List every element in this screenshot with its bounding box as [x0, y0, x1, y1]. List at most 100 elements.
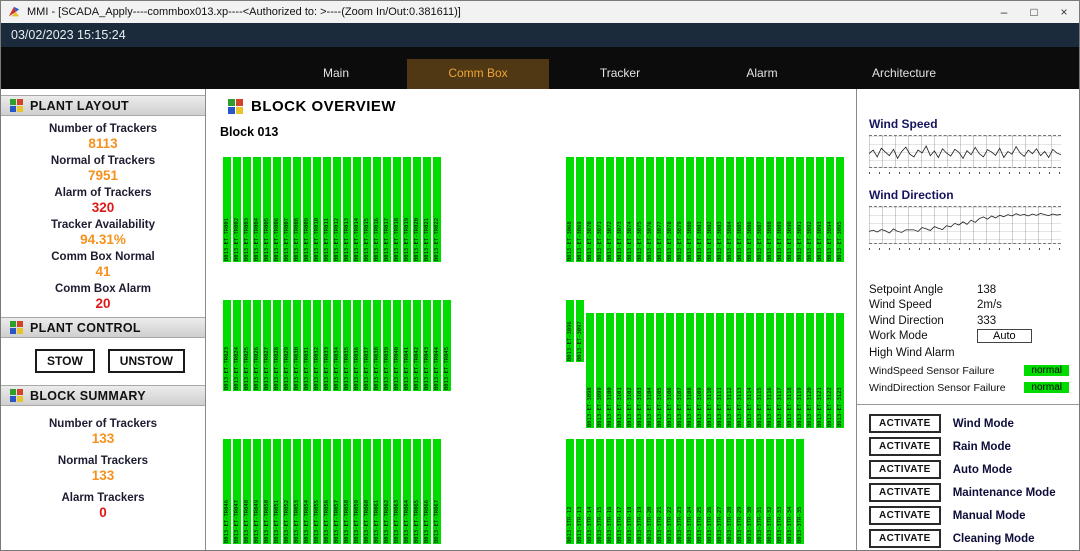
tracker-cell[interactable]: B013-3TR-34 [786, 439, 794, 544]
tracker-cell[interactable]: B013-3TR-22 [666, 439, 674, 544]
tracker-cell[interactable]: B013-ET-TR001 [223, 157, 231, 262]
tracker-cell[interactable]: B013-ET-TR030 [293, 300, 301, 391]
nav-tab[interactable]: Main [265, 59, 407, 89]
plant-control-button[interactable]: UNSTOW [108, 349, 185, 373]
tracker-cell[interactable]: B013-ET-3119 [796, 313, 804, 428]
tracker-cell[interactable]: B013-ET-TR040 [393, 300, 401, 391]
tracker-cell[interactable]: B013-ET-TR057 [333, 439, 341, 544]
tracker-cell[interactable]: B013-ET-TR036 [353, 300, 361, 391]
tracker-cell[interactable]: B013-ET-3113 [736, 313, 744, 428]
tracker-cell[interactable]: B013-ET-3121 [816, 313, 824, 428]
tracker-cell[interactable]: B013-ET-3079 [676, 157, 684, 262]
tracker-cell[interactable]: B013-3TR-32 [766, 439, 774, 544]
tracker-cell[interactable]: B013-ET-TR041 [403, 300, 411, 391]
tracker-cell[interactable]: B013-ET-TR002 [233, 157, 241, 262]
tracker-cell[interactable]: B013-ET-3073 [616, 157, 624, 262]
nav-tab[interactable]: Tracker [549, 59, 691, 89]
tracker-cell[interactable]: B013-ET-TR033 [323, 300, 331, 391]
tracker-cell[interactable]: B013-ET-3123 [836, 313, 844, 428]
tracker-cell[interactable]: B013-ET-TR046 [223, 439, 231, 544]
tracker-cell[interactable]: B013-ET-TR051 [273, 439, 281, 544]
close-button[interactable]: × [1049, 1, 1079, 23]
tracker-cell[interactable]: B013-ET-3095 [836, 157, 844, 262]
tracker-cell[interactable]: B013-ET-3107 [676, 313, 684, 428]
activate-button[interactable]: ACTIVATE [869, 414, 941, 433]
tracker-cell[interactable]: B013-ET-TR006 [273, 157, 281, 262]
tracker-cell[interactable]: B013-ET-3084 [726, 157, 734, 262]
tracker-cell[interactable]: B013-ET-TR063 [393, 439, 401, 544]
tracker-cell[interactable]: B013-ET-3111 [716, 313, 724, 428]
tracker-cell[interactable]: B013-3TR-17 [616, 439, 624, 544]
tracker-cell[interactable]: B013-ET-TR064 [403, 439, 411, 544]
tracker-cell[interactable]: B013-3TR-33 [776, 439, 784, 544]
tracker-cell[interactable]: B013-3TR-29 [736, 439, 744, 544]
tracker-cell[interactable]: B013-3TR-35 [796, 439, 804, 544]
tracker-cell[interactable]: B013-3TR-27 [716, 439, 724, 544]
tracker-cell[interactable]: B013-ET-TR058 [343, 439, 351, 544]
tracker-cell[interactable]: B013-ET-3118 [786, 313, 794, 428]
tracker-cell[interactable]: B013-3TR-12 [566, 439, 574, 544]
tracker-cell[interactable]: B013-ET-TR059 [353, 439, 361, 544]
tracker-cell[interactable]: B013-ET-TR045 [443, 300, 451, 391]
activate-button[interactable]: ACTIVATE [869, 483, 941, 502]
tracker-cell[interactable]: B013-ET-TR014 [353, 157, 361, 262]
tracker-cell[interactable]: B013-ET-3085 [736, 157, 744, 262]
tracker-cell[interactable]: B013-ET-TR056 [323, 439, 331, 544]
tracker-cell[interactable]: B013-ET-TR044 [433, 300, 441, 391]
tracker-cell[interactable]: B013-ET-3086 [746, 157, 754, 262]
tracker-cell[interactable]: B013-ET-3069 [576, 157, 584, 262]
tracker-cell[interactable]: B013-ET-TR049 [253, 439, 261, 544]
tracker-cell[interactable]: B013-ET-TR047 [233, 439, 241, 544]
tracker-cell[interactable]: B013-ET-3076 [646, 157, 654, 262]
tracker-cell[interactable]: B013-3TR-23 [676, 439, 684, 544]
window-titlebar[interactable]: MMI - [SCADA_Apply----commbox013.xp----<… [1, 1, 1079, 23]
tracker-cell[interactable]: B013-ET-TR017 [383, 157, 391, 262]
tracker-cell[interactable]: B013-ET-3100 [606, 313, 614, 428]
activate-button[interactable]: ACTIVATE [869, 437, 941, 456]
tracker-cell[interactable]: B013-ET-3070 [586, 157, 594, 262]
tracker-cell[interactable]: B013-3TR-16 [606, 439, 614, 544]
tracker-cell[interactable]: B013-ET-TR055 [313, 439, 321, 544]
tracker-cell[interactable]: B013-3TR-15 [596, 439, 604, 544]
tracker-cell[interactable]: B013-ET-3101 [616, 313, 624, 428]
tracker-cell[interactable]: B013-ET-TR066 [423, 439, 431, 544]
tracker-cell[interactable]: B013-ET-TR021 [423, 157, 431, 262]
tracker-cell[interactable]: B013-3TR-31 [756, 439, 764, 544]
tracker-cell[interactable]: B013-ET-3089 [776, 157, 784, 262]
tracker-cell[interactable]: B013-ET-3102 [626, 313, 634, 428]
tracker-cell[interactable]: B013-ET-3081 [696, 157, 704, 262]
tracker-cell[interactable]: B013-ET-TR004 [253, 157, 261, 262]
tracker-cell[interactable]: B013-3TR-13 [576, 439, 584, 544]
tracker-cell[interactable]: B013-3TR-24 [686, 439, 694, 544]
minimize-button[interactable]: – [989, 1, 1019, 23]
tracker-cell[interactable]: B013-ET-3077 [656, 157, 664, 262]
tracker-cell[interactable]: B013-ET-3080 [686, 157, 694, 262]
tracker-cell[interactable]: B013-ET-TR039 [383, 300, 391, 391]
tracker-cell[interactable]: B013-ET-TR023 [223, 300, 231, 391]
tracker-cell[interactable]: B013-ET-TR067 [433, 439, 441, 544]
tracker-cell[interactable]: B013-ET-TR061 [373, 439, 381, 544]
nav-tab[interactable]: Alarm [691, 59, 833, 89]
tracker-cell[interactable]: B013-ET-TR012 [333, 157, 341, 262]
tracker-cell[interactable]: B013-ET-TR028 [273, 300, 281, 391]
tracker-cell[interactable]: B013-ET-TR037 [363, 300, 371, 391]
tracker-cell[interactable]: B013-ET-TR005 [263, 157, 271, 262]
tracker-cell[interactable]: B013-ET-3106 [666, 313, 674, 428]
tracker-cell[interactable]: B013-ET-TR060 [363, 439, 371, 544]
activate-button[interactable]: ACTIVATE [869, 506, 941, 525]
tracker-cell[interactable]: B013-ET-TR013 [343, 157, 351, 262]
tracker-cell[interactable]: B013-ET-TR054 [303, 439, 311, 544]
tracker-cell[interactable]: B013-ET-3114 [746, 313, 754, 428]
tracker-cell[interactable]: B013-ET-3116 [766, 313, 774, 428]
tracker-cell[interactable]: B013-ET-3096 [566, 300, 574, 362]
tracker-cell[interactable]: B013-3TR-28 [726, 439, 734, 544]
activate-button[interactable]: ACTIVATE [869, 529, 941, 548]
tracker-cell[interactable]: B013-ET-3103 [636, 313, 644, 428]
tracker-cell[interactable]: B013-3TR-26 [706, 439, 714, 544]
tracker-cell[interactable]: B013-3TR-25 [696, 439, 704, 544]
tracker-cell[interactable]: B013-ET-TR050 [263, 439, 271, 544]
tracker-cell[interactable]: B013-ET-3083 [716, 157, 724, 262]
tracker-cell[interactable]: B013-ET-TR019 [403, 157, 411, 262]
tracker-cell[interactable]: B013-ET-TR048 [243, 439, 251, 544]
tracker-cell[interactable]: B013-ET-TR053 [293, 439, 301, 544]
